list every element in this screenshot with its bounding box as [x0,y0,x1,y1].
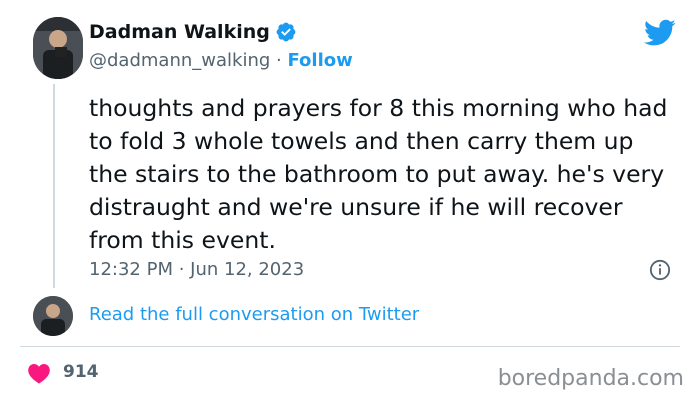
small-avatar[interactable] [33,296,73,336]
user-avatar[interactable] [33,17,83,79]
thread-line [53,84,55,288]
verified-badge-icon [276,22,296,42]
separator-dot: · [276,50,282,71]
tweet-timestamp[interactable]: 12:32 PM · Jun 12, 2023 [89,259,304,280]
handle-row: @dadmann_walking · Follow [89,50,353,71]
info-icon[interactable] [649,259,671,281]
divider [20,346,680,347]
user-handle[interactable]: @dadmann_walking [89,50,270,71]
author-name-row: Dadman Walking [89,21,297,43]
heart-icon[interactable] [27,362,51,384]
tweet-card: Dadman Walking @dadmann_walking · Follow… [0,0,700,400]
display-name[interactable]: Dadman Walking [89,21,270,43]
like-count: 914 [63,362,99,382]
watermark: boredpanda.com [497,366,684,391]
read-conversation-link[interactable]: Read the full conversation on Twitter [89,304,419,325]
avatar-photo-icon [33,296,73,336]
twitter-bird-icon[interactable] [644,19,676,47]
avatar-photo-icon [33,17,83,79]
tweet-text: thoughts and prayers for 8 this morning … [89,94,668,254]
follow-button[interactable]: Follow [287,50,352,71]
